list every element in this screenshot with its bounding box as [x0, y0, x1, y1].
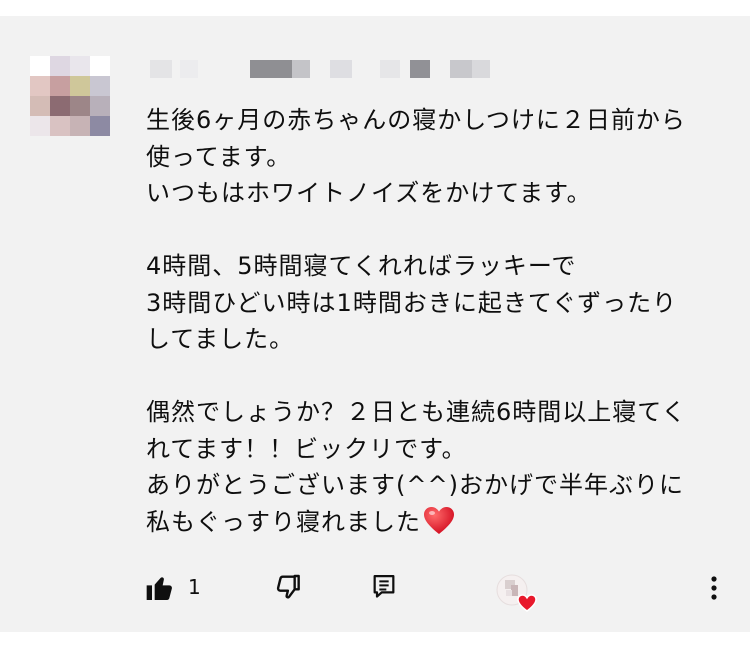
thumbs-down-icon[interactable]	[272, 572, 304, 604]
comment-line: いつもはホワイトノイズをかけてます。	[146, 179, 592, 207]
comment-line: れてます！！ビックリです。	[146, 434, 467, 463]
like-count: 1	[188, 575, 201, 599]
comment-line: 使ってます。	[146, 142, 292, 171]
comment-line-blank	[146, 212, 736, 249]
comment-card: 生後6ヶ月の赤ちゃんの寝かしつけに２日前から 使ってます。 いつもはホワイトノイ…	[0, 16, 750, 632]
comment-line: してました。	[146, 325, 295, 353]
author-name-redacted[interactable]	[150, 60, 510, 80]
comment-line: 私もぐっすり寝れました	[146, 507, 421, 536]
red-heart-emoji-icon	[423, 506, 455, 547]
reply-icon[interactable]	[370, 572, 398, 600]
comment-line: 偶然でしょうか？２日とも連続6時間以上寝てく	[146, 398, 687, 426]
comment-line: 3時間ひどい時は1時間おきに起きてぐずったり	[146, 288, 678, 317]
thumbs-up-icon[interactable]	[144, 572, 176, 604]
comment-line: 4時間、5時間寝てくれればラッキーで	[146, 252, 577, 280]
avatar[interactable]	[30, 56, 110, 136]
more-vertical-icon[interactable]	[700, 572, 728, 604]
comment-actions: 1	[0, 568, 750, 612]
creator-heart-icon	[496, 574, 540, 614]
comment-text: 生後6ヶ月の赤ちゃんの寝かしつけに２日前から 使ってます。 いつもはホワイトノイ…	[146, 102, 736, 546]
comment-last-line: 私もぐっすり寝れました	[146, 504, 736, 547]
comment-line: ありがとうございます(^^)おかげで半年ぶりに	[146, 471, 684, 499]
comment-line: 生後6ヶ月の赤ちゃんの寝かしつけに２日前から	[146, 106, 686, 134]
comment-line-blank	[146, 358, 736, 395]
